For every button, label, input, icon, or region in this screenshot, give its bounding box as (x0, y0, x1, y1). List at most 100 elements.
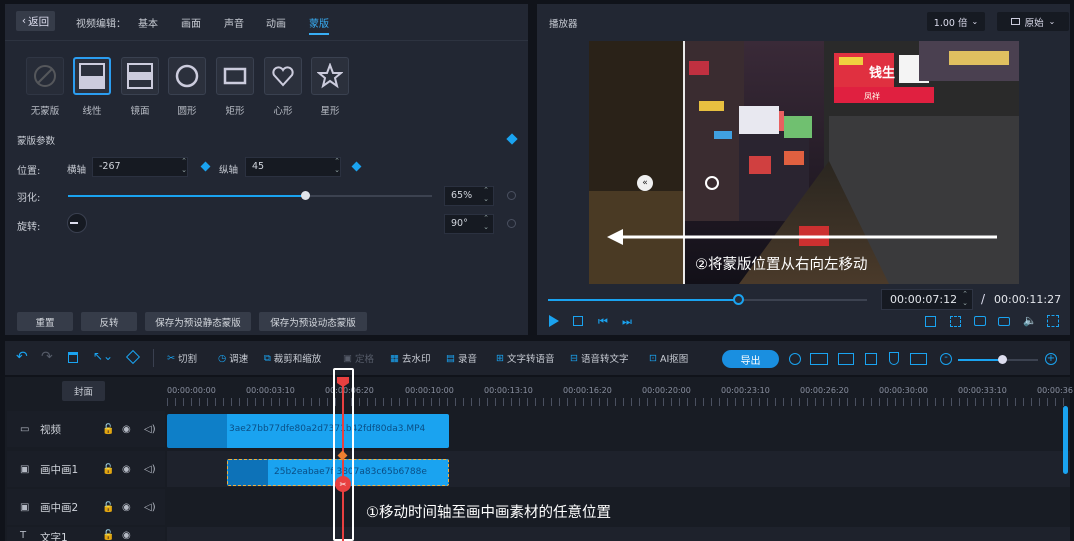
speed-select[interactable]: 1.00 倍 ⌄ (927, 12, 985, 31)
feather-slider-knob[interactable] (300, 191, 310, 200)
tab-mask[interactable]: 蒙版 (309, 15, 329, 30)
split-view-icon[interactable] (838, 353, 854, 365)
play-icon[interactable] (549, 315, 559, 327)
zoom-in-icon[interactable]: + (1045, 353, 1057, 365)
time-tick-label: 00:00:23:10 (721, 386, 770, 395)
player-progress-track[interactable] (548, 299, 867, 301)
export-button[interactable]: 导出 (722, 350, 779, 368)
delete-icon[interactable] (68, 352, 78, 363)
track-header-text1[interactable]: T 文字1 🔓 ◉ (7, 527, 165, 541)
freeze-button[interactable]: ▣ 定格 (343, 351, 374, 366)
mask-label-linear: 线性 (82, 106, 102, 117)
feather-stepper[interactable]: ⌃ ⌄ (480, 186, 492, 206)
fit-icon[interactable] (810, 353, 828, 365)
track-header-video[interactable]: ▭ 视频 🔓 ◉ ◁) (7, 411, 165, 447)
mask-heart-option[interactable] (264, 57, 302, 95)
heart-mask-icon (272, 66, 294, 87)
mask-mirror-option[interactable] (121, 57, 159, 95)
keyframe-circle-icon[interactable] (507, 219, 516, 228)
ai-cutout-button[interactable]: ⊡ AI抠图 (649, 351, 688, 366)
shield-icon[interactable] (889, 352, 899, 365)
lock-icon[interactable]: 🔓 (102, 502, 114, 513)
eye-icon[interactable]: ◉ (122, 424, 131, 435)
time-tick-label: 00:00:36 (1037, 386, 1073, 395)
undo-icon[interactable]: ↶ (16, 349, 28, 365)
ratio-select[interactable]: 原始 ⌄ (997, 12, 1069, 31)
select-tool-icon[interactable]: ↖⌄ (93, 349, 113, 363)
stt-button[interactable]: ⊟ 语音转文字 (570, 351, 628, 366)
save-dynamic-preset-button[interactable]: 保存为预设动态蒙版 (259, 312, 367, 331)
mask-rotate-handle-icon[interactable] (705, 176, 719, 190)
snapshot-icon[interactable] (998, 317, 1010, 326)
tab-basic[interactable]: 基本 (138, 15, 158, 30)
x-axis-input[interactable]: -267 (92, 157, 188, 177)
feather-slider-track[interactable] (68, 195, 432, 197)
mask-linear-option[interactable] (73, 57, 111, 95)
save-static-preset-button[interactable]: 保存为预设静态蒙版 (145, 312, 251, 331)
mask-move-handle-icon[interactable]: « (637, 175, 653, 191)
next-frame-icon[interactable]: ⏭ (622, 315, 632, 329)
track-header-pip2[interactable]: ▣ 画中画2 🔓 ◉ ◁) (7, 489, 165, 525)
fullscreen-icon[interactable] (1047, 315, 1059, 327)
tts-button[interactable]: ⊞ 文字转语音 (496, 351, 554, 366)
sign-text: 凤祥 (864, 91, 880, 101)
zoom-slider-knob[interactable] (998, 355, 1007, 364)
palette-icon[interactable] (789, 353, 801, 365)
shrink-icon[interactable] (865, 353, 877, 365)
lock-icon[interactable]: 🔓 (102, 424, 114, 435)
redo-icon[interactable]: ↷ (41, 349, 53, 365)
prev-frame-icon[interactable]: ⏮ (598, 315, 608, 329)
speaker-icon[interactable]: ◁) (144, 502, 156, 513)
text-icon: T (20, 530, 27, 541)
cut-button[interactable]: ✂ 切割 (167, 351, 197, 366)
lock-icon[interactable]: 🔓 (102, 530, 114, 541)
reset-button[interactable]: 重置 (17, 312, 73, 331)
x-axis-stepper[interactable]: ⌃ ⌄ (178, 157, 190, 177)
volume-icon[interactable]: 🔈 (1023, 314, 1037, 327)
split-marker-icon[interactable]: ✂ (335, 476, 351, 492)
record-button[interactable]: ▤ 录音 (446, 351, 477, 366)
mask-none-option[interactable] (26, 57, 64, 95)
speaker-icon[interactable]: ◁) (144, 424, 156, 435)
eye-icon[interactable]: ◉ (122, 464, 131, 475)
mask-star-option[interactable] (311, 57, 349, 95)
star-mask-icon (317, 63, 343, 89)
mirror-mask-icon (127, 63, 153, 89)
y-axis-stepper[interactable]: ⌃ ⌄ (331, 157, 343, 177)
divider (5, 40, 528, 41)
keyframe-circle-icon[interactable] (507, 191, 516, 200)
cover-button[interactable]: 封面 (62, 381, 105, 401)
track-header-pip1[interactable]: ▣ 画中画1 🔓 ◉ ◁) (7, 451, 165, 487)
mask-rect-option[interactable] (216, 57, 254, 95)
rotate-dial-icon[interactable] (67, 213, 87, 233)
rotate-label: 旋转: (17, 222, 41, 233)
time-tick-label: 00:00:03:10 (246, 386, 295, 395)
back-button[interactable]: ‹ 返回 (16, 11, 55, 31)
tab-animation[interactable]: 动画 (266, 15, 286, 30)
layout-icon[interactable] (925, 316, 936, 327)
speed-button[interactable]: ◷ 调速 (218, 351, 248, 366)
y-axis-input[interactable]: 45 (245, 157, 341, 177)
focus-icon[interactable] (950, 316, 961, 327)
subtitle-icon[interactable] (974, 316, 986, 326)
width-icon[interactable] (910, 353, 927, 365)
watermark-button[interactable]: ▦ 去水印 (390, 351, 431, 366)
player-title: 播放器 (549, 19, 578, 30)
speaker-icon[interactable]: ◁) (144, 464, 156, 475)
tab-picture[interactable]: 画面 (181, 15, 201, 30)
vertical-scrollbar[interactable] (1063, 406, 1068, 474)
eye-icon[interactable]: ◉ (122, 530, 131, 541)
lock-icon[interactable]: 🔓 (102, 464, 114, 475)
eye-icon[interactable]: ◉ (122, 502, 131, 513)
zoom-out-icon[interactable]: - (940, 353, 952, 365)
tab-audio[interactable]: 声音 (224, 15, 244, 30)
time-stepper[interactable]: ⌃ ⌄ (959, 290, 971, 310)
rotate-stepper[interactable]: ⌃ ⌄ (480, 214, 492, 234)
mask-circle-option[interactable] (168, 57, 206, 95)
crop-button[interactable]: ⧉ 裁剪和缩放 (264, 351, 321, 366)
stop-icon[interactable] (573, 316, 583, 326)
freeze-icon: ▣ (343, 352, 352, 364)
invert-button[interactable]: 反转 (81, 312, 137, 331)
video-preview[interactable]: 钱生 凤祥 « ②将蒙版位置从右向左移动 (589, 41, 1019, 284)
video-clip[interactable]: 3ae27bb77dfe80a2d7371b42fdf80da3.MP4 (167, 414, 449, 448)
